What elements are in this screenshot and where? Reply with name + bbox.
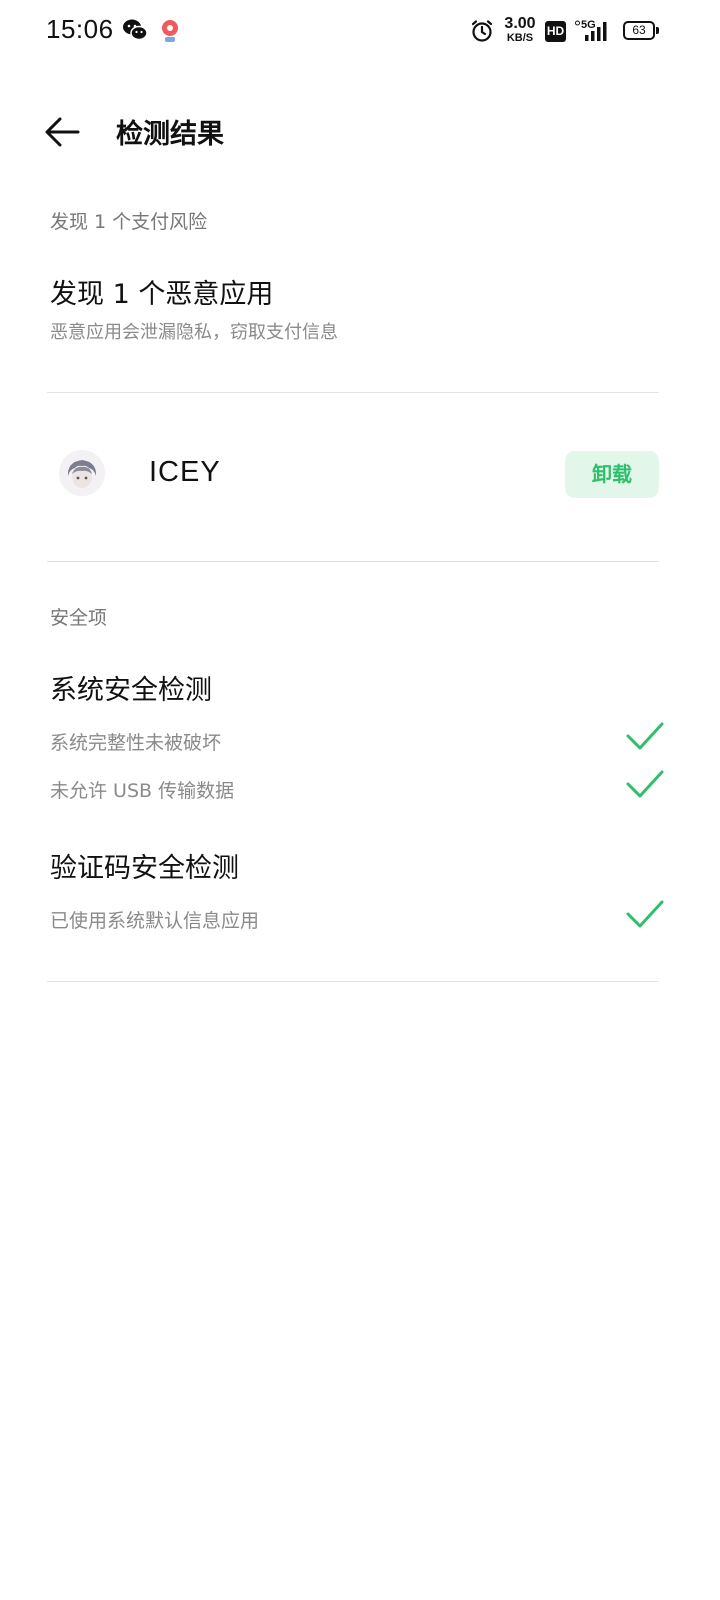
check-item-label: 已使用系统默认信息应用 <box>50 910 260 932</box>
checkmark-icon <box>626 770 664 798</box>
check-item-label: 未允许 USB 传输数据 <box>50 780 235 802</box>
network-speed: 3.00 KB/S <box>502 16 538 44</box>
app-name: ICEY <box>149 456 221 488</box>
signal-indicator: 5G <box>575 18 613 44</box>
network-speed-unit: KB/S <box>506 32 534 44</box>
check-item-label: 系统完整性未被破坏 <box>50 732 222 754</box>
divider <box>47 981 659 982</box>
hd-badge: HD <box>545 21 566 42</box>
payment-risk-section-label: 发现 1 个支付风险 <box>50 211 208 233</box>
network-speed-value: 3.00 <box>504 15 536 32</box>
safety-section-label: 安全项 <box>50 607 108 629</box>
check-item: 未允许 USB 传输数据 <box>50 770 670 810</box>
check-item: 系统完整性未被破坏 <box>50 722 670 762</box>
divider <box>47 392 659 393</box>
back-arrow-icon <box>45 117 80 147</box>
status-bar: 15:06 3.00 KB/S HD 5G 63 <box>0 0 720 64</box>
verification-code-check-title: 验证码安全检测 <box>50 853 239 884</box>
signal-bars-icon <box>575 20 607 41</box>
uninstall-button[interactable]: 卸载 <box>565 451 659 498</box>
malicious-app-title: 发现 1 个恶意应用 <box>50 279 274 310</box>
battery-cap <box>656 27 659 34</box>
page-title: 检测结果 <box>116 119 224 150</box>
divider <box>47 561 659 562</box>
malicious-app-row: ICEY 卸载 <box>47 430 659 520</box>
checkmark-icon <box>626 722 664 750</box>
malicious-app-subtitle: 恶意应用会泄漏隐私，窃取支付信息 <box>50 322 338 343</box>
checkmark-icon <box>626 900 664 928</box>
status-time: 15:06 <box>46 14 114 44</box>
system-security-check-title: 系统安全检测 <box>50 675 212 706</box>
wechat-icon <box>122 18 148 46</box>
app-icon <box>59 450 105 496</box>
app-notification-icon <box>158 18 182 48</box>
battery-indicator: 63 <box>623 21 655 40</box>
check-item: 已使用系统默认信息应用 <box>50 900 670 940</box>
alarm-icon <box>470 19 494 47</box>
back-button[interactable] <box>40 110 84 154</box>
